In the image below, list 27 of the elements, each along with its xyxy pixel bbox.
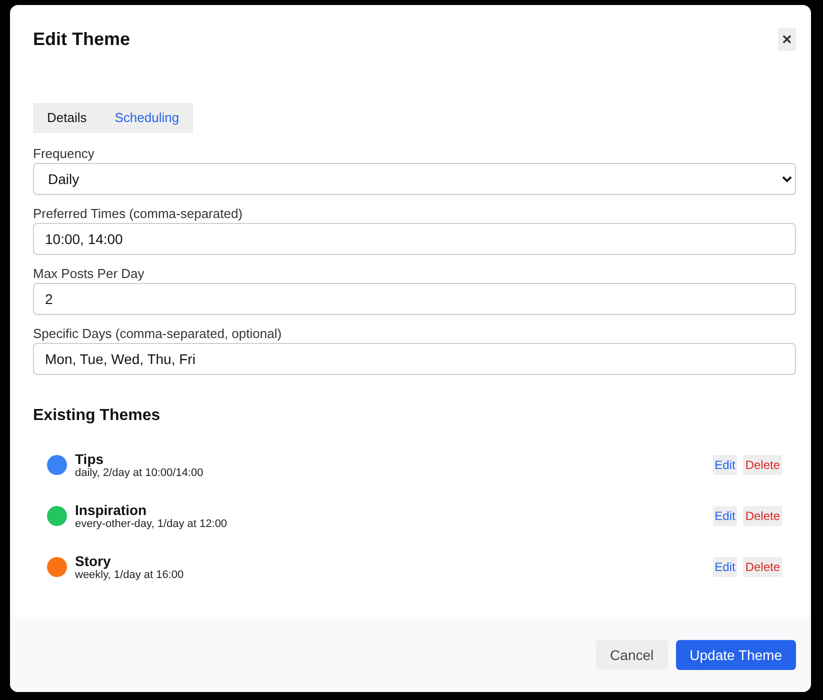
field-label: Specific Days (comma-separated, optional) <box>33 326 283 341</box>
delete-button[interactable]: Delete <box>743 506 782 526</box>
edit-button[interactable]: Edit <box>712 506 738 526</box>
theme-schedule: daily, 2/day at 10:00/14:00 <box>75 466 204 478</box>
input-field[interactable]: 2 <box>33 283 796 315</box>
input-field[interactable]: Mon, Tue, Wed, Thu, Fri <box>33 343 796 375</box>
edit-button[interactable]: Edit <box>712 556 738 576</box>
edit-button[interactable]: Edit <box>712 454 738 474</box>
delete-button[interactable]: Delete <box>743 556 782 576</box>
theme-schedule: every-other-day, 1/day at 12:00 <box>75 518 228 530</box>
delete-button[interactable]: Delete <box>743 454 782 474</box>
field-label: Max Posts Per Day <box>33 266 146 281</box>
tab[interactable]: Scheduling <box>100 103 194 133</box>
theme-name: Tips <box>75 450 105 466</box>
input-field[interactable]: 10:00, 14:00 <box>33 223 796 255</box>
cancel-button[interactable]: Cancel <box>596 640 668 670</box>
field-label: Preferred Times (comma-separated) <box>33 206 244 221</box>
field-label: Frequency <box>33 146 96 161</box>
close-button[interactable]: ✕ <box>778 28 796 50</box>
theme-name: Story <box>75 552 112 568</box>
update-button[interactable]: Update Theme <box>676 640 796 670</box>
section-heading: Existing Themes <box>33 407 162 425</box>
dialog-title: Edit Theme <box>33 28 130 50</box>
frequency-dropdown[interactable]: Daily <box>33 163 796 195</box>
tab[interactable]: Details <box>33 103 101 133</box>
theme-name: Inspiration <box>75 502 148 518</box>
theme-schedule: weekly, 1/day at 16:00 <box>75 568 185 580</box>
